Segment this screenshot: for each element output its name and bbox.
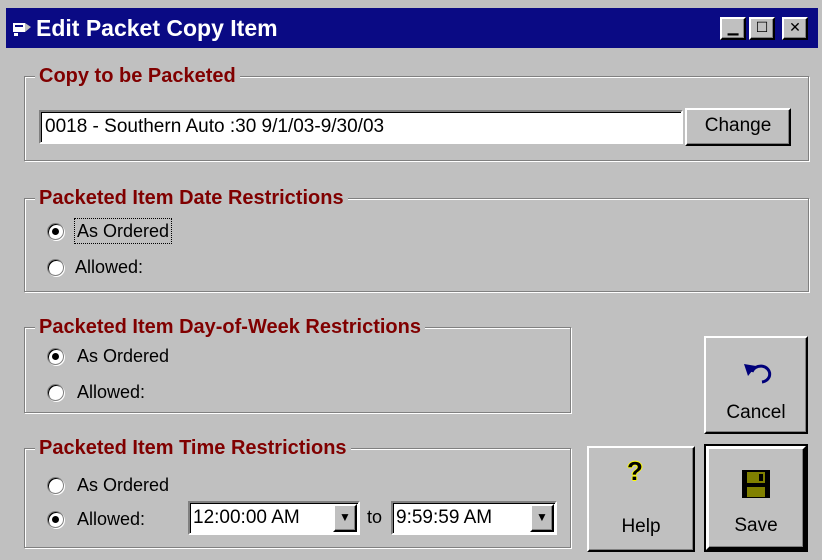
minimize-icon: ▁ [727, 19, 739, 35]
chevron-down-icon[interactable]: ▼ [530, 504, 554, 532]
maximize-button[interactable]: ☐ [749, 17, 775, 40]
undo-icon [742, 360, 774, 392]
help-button[interactable]: ? Help [587, 446, 695, 552]
cancel-button-label: Cancel [726, 402, 786, 423]
date-allowed-label: Allowed: [75, 257, 144, 277]
dow-restrictions-group: Packeted Item Day-of-Week Restrictions A… [24, 314, 571, 413]
save-button-label: Save [734, 515, 778, 536]
time-from-select[interactable]: 12:00:00 AM ▼ [188, 501, 360, 535]
date-allowed-radio[interactable]: Allowed: [47, 255, 217, 283]
cancel-button[interactable]: Cancel [704, 336, 808, 434]
time-allowed-radio[interactable]: Allowed: [47, 507, 187, 535]
time-as-ordered-radio[interactable]: As Ordered [47, 473, 217, 501]
time-as-ordered-label: As Ordered [77, 475, 170, 495]
time-to-value: 9:59:59 AM [396, 507, 493, 528]
minimize-button[interactable]: ▁ [720, 17, 746, 40]
copy-group-title: Copy to be Packeted [35, 63, 240, 89]
change-button[interactable]: Change [685, 108, 791, 146]
copy-field-value: 0018 - Southern Auto :30 9/1/03-9/30/03 [45, 116, 385, 137]
chevron-down-icon[interactable]: ▼ [333, 504, 357, 532]
dow-as-ordered-radio[interactable]: As Ordered [47, 344, 217, 372]
radio-unselected-icon [47, 477, 64, 494]
radio-selected-icon [47, 223, 64, 240]
time-to-label: to [367, 507, 383, 527]
radio-selected-icon [47, 348, 64, 365]
radio-unselected-icon [47, 259, 64, 276]
title-bar[interactable]: Edit Packet Copy Item ▁ ☐ ✕ [6, 8, 818, 48]
help-icon: ? [627, 456, 643, 486]
app-icon [12, 19, 32, 37]
time-from-value: 12:00:00 AM [193, 507, 300, 528]
window-title: Edit Packet Copy Item [36, 15, 278, 41]
time-restrictions-group: Packeted Item Time Restrictions As Order… [24, 435, 571, 548]
time-to-select[interactable]: 9:59:59 AM ▼ [391, 501, 557, 535]
date-as-ordered-radio[interactable]: As Ordered [47, 218, 217, 247]
dow-allowed-radio[interactable]: Allowed: [47, 380, 217, 408]
date-as-ordered-label: As Ordered [73, 218, 173, 244]
dow-restrictions-title: Packeted Item Day-of-Week Restrictions [35, 314, 425, 340]
close-button[interactable]: ✕ [782, 17, 808, 40]
date-restrictions-group: Packeted Item Date Restrictions As Order… [24, 185, 809, 292]
dialog-window: Edit Packet Copy Item ▁ ☐ ✕ Copy to be P… [0, 0, 822, 560]
maximize-icon: ☐ [755, 19, 769, 35]
date-restrictions-title: Packeted Item Date Restrictions [35, 185, 348, 211]
dow-allowed-label: Allowed: [77, 382, 146, 402]
save-icon [741, 469, 771, 505]
save-button[interactable]: Save [704, 444, 808, 552]
copy-group: Copy to be Packeted 0018 - Southern Auto… [24, 63, 809, 161]
time-allowed-label: Allowed: [77, 509, 146, 529]
radio-unselected-icon [47, 384, 64, 401]
time-restrictions-title: Packeted Item Time Restrictions [35, 435, 351, 461]
dow-as-ordered-label: As Ordered [77, 346, 170, 366]
radio-selected-icon [47, 511, 64, 528]
close-icon: ✕ [789, 19, 801, 35]
change-button-label: Change [704, 115, 772, 136]
copy-field[interactable]: 0018 - Southern Auto :30 9/1/03-9/30/03 [39, 110, 683, 144]
help-button-label: Help [621, 516, 661, 537]
